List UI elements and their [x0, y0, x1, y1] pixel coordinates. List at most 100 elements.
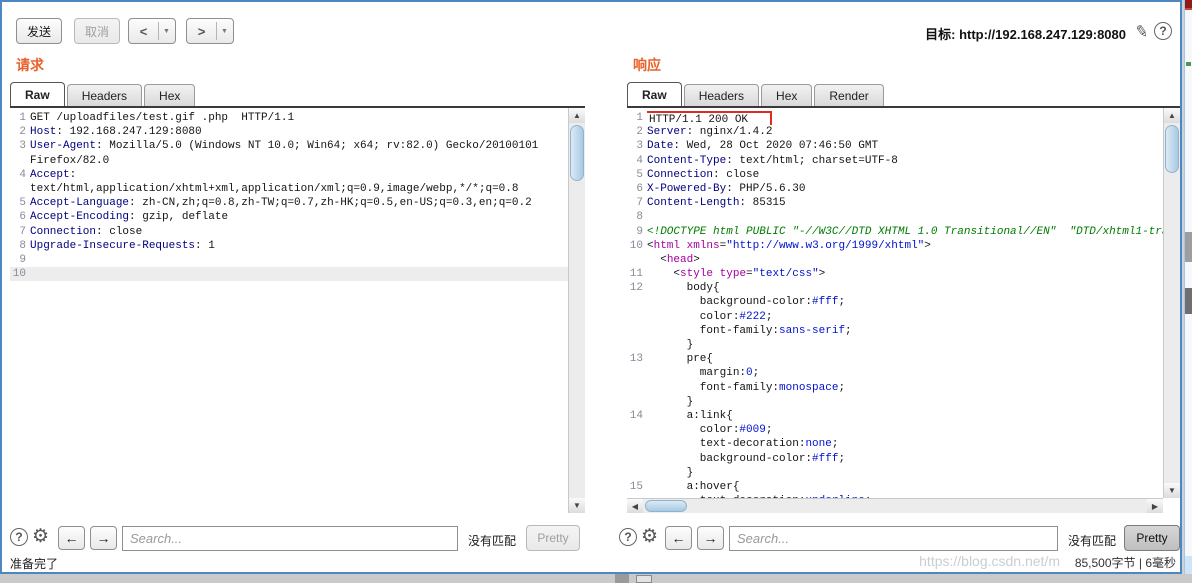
code-line: 8Upgrade-Insecure-Requests: 1 [10, 239, 568, 253]
status-bar: https://blog.csdn.net/m 准备完了 85,500字节 | … [2, 551, 1180, 572]
code-line: 4Content-Type: text/html; charset=UTF-8 [627, 154, 1163, 168]
next-match-button[interactable]: → [697, 526, 724, 550]
send-button[interactable]: 发送 [16, 18, 62, 44]
code-text: Firefox/82.0 [30, 154, 568, 168]
scroll-right-icon[interactable]: ▶ [1147, 499, 1163, 513]
code-text: User-Agent: Mozilla/5.0 (Windows NT 10.0… [30, 139, 568, 153]
code-text: <head> [647, 253, 1163, 267]
code-line: 4Accept: [10, 168, 568, 182]
request-vscrollbar[interactable]: ▲ ▼ [568, 108, 585, 513]
scroll-down-icon[interactable]: ▼ [569, 498, 585, 513]
next-match-button[interactable]: → [90, 526, 117, 550]
search-input[interactable] [729, 526, 1058, 551]
code-text: <!DOCTYPE html PUBLIC "-//W3C//DTD XHTML… [647, 225, 1163, 239]
code-line: 7Content-Length: 85315 [627, 196, 1163, 210]
code-text: background-color:#fff; [647, 452, 1163, 466]
target-line: 目标: http://192.168.247.129:8080 [925, 24, 1126, 43]
code-text: } [647, 338, 1163, 352]
tab-headers[interactable]: Headers [67, 84, 142, 106]
cancel-button[interactable]: 取消 [74, 18, 120, 44]
code-line: 6Accept-Encoding: gzip, deflate [10, 210, 568, 224]
code-text: <style type="text/css"> [647, 267, 1163, 281]
scroll-left-icon[interactable]: ◀ [627, 499, 643, 513]
tab-hex[interactable]: Hex [144, 84, 195, 106]
target-url: http://192.168.247.129:8080 [959, 27, 1126, 42]
code-text: } [647, 395, 1163, 409]
line-number: 7 [10, 225, 30, 239]
code-text: body{ [647, 281, 1163, 295]
scroll-up-icon[interactable]: ▲ [569, 108, 585, 123]
code-text: Accept-Encoding: gzip, deflate [30, 210, 568, 224]
pretty-button[interactable]: Pretty [526, 525, 580, 551]
help-icon[interactable]: ? [10, 528, 28, 546]
scroll-up-icon[interactable]: ▲ [1164, 108, 1180, 123]
response-hscrollbar[interactable]: ◀ ▶ [627, 498, 1163, 513]
response-vscrollbar[interactable]: ▲ ▼ [1163, 108, 1180, 498]
line-number: 3 [10, 139, 30, 153]
edit-target-icon[interactable]: ✎ [1133, 21, 1150, 43]
help-icon[interactable]: ? [619, 528, 637, 546]
scroll-thumb[interactable] [645, 500, 687, 512]
code-text: pre{ [647, 352, 1163, 366]
window-fragment [1185, 232, 1192, 262]
scroll-thumb[interactable] [1165, 125, 1179, 173]
line-number: 3 [627, 139, 647, 153]
line-number: 13 [627, 352, 647, 366]
status-ready: 准备完了 [10, 555, 58, 572]
chevron-down-icon[interactable]: ▼ [159, 19, 175, 43]
annotation-red-box: HTTP/1.1 200 OK [647, 111, 772, 125]
help-icon[interactable]: ? [1154, 22, 1172, 40]
code-line: 12 body{ [627, 281, 1163, 295]
search-input[interactable] [122, 526, 458, 551]
line-number [627, 366, 647, 380]
code-text [30, 267, 568, 281]
prev-match-button[interactable]: ← [58, 526, 85, 550]
code-line: 10<html xmlns="http://www.w3.org/1999/xh… [627, 239, 1163, 253]
background-window-sliver [1184, 0, 1192, 574]
line-number: 9 [627, 225, 647, 239]
gear-icon[interactable]: ⚙ [641, 525, 658, 548]
line-number: 6 [10, 210, 30, 224]
tab-render[interactable]: Render [814, 84, 883, 106]
code-text [30, 253, 568, 267]
line-number [627, 324, 647, 338]
line-number [10, 182, 30, 196]
tab-raw[interactable]: Raw [627, 82, 682, 106]
tab-raw[interactable]: Raw [10, 82, 65, 106]
code-text: color:#222; [647, 310, 1163, 324]
line-number [10, 154, 30, 168]
tab-headers[interactable]: Headers [684, 84, 759, 106]
code-line: 3User-Agent: Mozilla/5.0 (Windows NT 10.… [10, 139, 568, 153]
line-number [627, 295, 647, 309]
code-text: Accept-Language: zh-CN,zh;q=0.8,zh-TW;q=… [30, 196, 568, 210]
code-text: HTTP/1.1 200 OK [647, 111, 1163, 125]
line-number: 7 [627, 196, 647, 210]
request-editor[interactable]: 1GET /uploadfiles/test.gif .php HTTP/1.1… [10, 107, 585, 513]
code-line: <head> [627, 253, 1163, 267]
scroll-down-icon[interactable]: ▼ [1164, 483, 1180, 498]
match-status: 没有匹配 [468, 532, 516, 549]
line-number: 15 [627, 480, 647, 494]
next-request-button[interactable]: > ▼ [186, 18, 234, 44]
code-text: Server: nginx/1.4.2 [647, 125, 1163, 139]
pretty-button[interactable]: Pretty [1124, 525, 1180, 551]
code-line: 15 a:hover{ [627, 480, 1163, 494]
code-line: 6X-Powered-By: PHP/5.6.30 [627, 182, 1163, 196]
response-tabs: RawHeadersHexRender [627, 82, 886, 106]
response-editor[interactable]: 1HTTP/1.1 200 OK2Server: nginx/1.4.23Dat… [627, 107, 1180, 513]
window-fragment [1186, 62, 1191, 66]
prev-request-button[interactable]: < ▼ [128, 18, 176, 44]
code-text: text-decoration:none; [647, 437, 1163, 451]
scroll-thumb[interactable] [570, 125, 584, 181]
code-line: } [627, 395, 1163, 409]
chevron-down-icon[interactable]: ▼ [217, 19, 233, 43]
code-line: margin:0; [627, 366, 1163, 380]
line-number [627, 338, 647, 352]
code-text [647, 210, 1163, 224]
code-text: } [647, 466, 1163, 480]
prev-match-button[interactable]: ← [665, 526, 692, 550]
line-number [627, 466, 647, 480]
gear-icon[interactable]: ⚙ [32, 525, 49, 548]
tab-hex[interactable]: Hex [761, 84, 812, 106]
line-number: 4 [10, 168, 30, 182]
